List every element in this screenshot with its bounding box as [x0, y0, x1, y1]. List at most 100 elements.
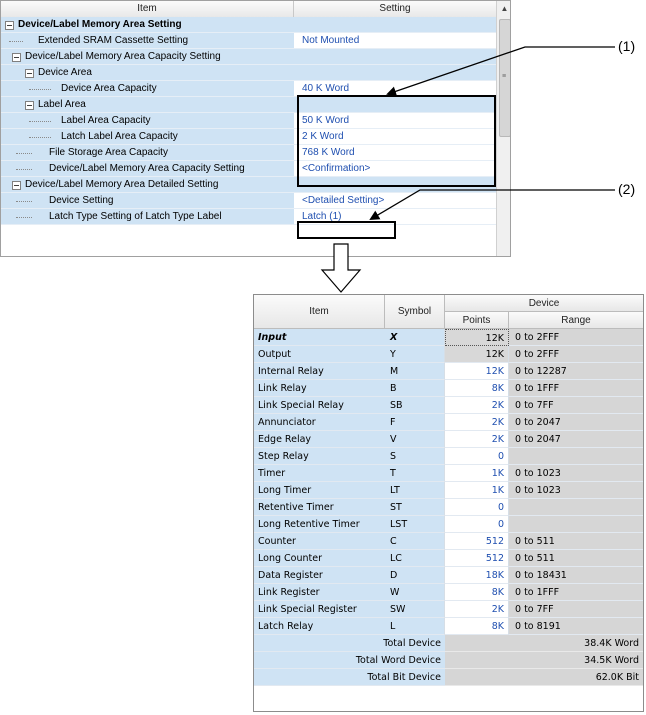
device-points-input[interactable]: 0: [445, 516, 509, 533]
device-item: Link Special Register: [254, 601, 385, 618]
device-symbol: S: [385, 448, 445, 465]
device-symbol: ST: [385, 499, 445, 516]
device-range: 0 to 1023: [509, 482, 643, 499]
device-points-input[interactable]: 12K: [445, 363, 509, 380]
device-item: Step Relay: [254, 448, 385, 465]
device-points-input[interactable]: 512: [445, 533, 509, 550]
device-symbol: SB: [385, 397, 445, 414]
device-symbol: M: [385, 363, 445, 380]
device-symbol: Y: [385, 346, 445, 363]
total-value: 62.0K Bit: [445, 669, 643, 686]
total-word-device-row: Total Word Device 34.5K Word: [254, 652, 643, 669]
device-points-input[interactable]: 12K: [445, 346, 509, 363]
device-range: 0 to 12287: [509, 363, 643, 380]
device-row-link-special-register[interactable]: Link Special Register SW 2K 0 to 7FF: [254, 601, 643, 618]
device-item: Input: [254, 329, 385, 346]
device-symbol: LST: [385, 516, 445, 533]
device-range: 0 to 1FFF: [509, 584, 643, 601]
total-label: Total Device: [254, 635, 445, 652]
device-range: 0 to 511: [509, 550, 643, 567]
device-range: 0 to 18431: [509, 567, 643, 584]
device-row-long-retentive-timer[interactable]: Long Retentive Timer LST 0: [254, 516, 643, 533]
device-symbol: LT: [385, 482, 445, 499]
device-symbol: SW: [385, 601, 445, 618]
device-symbol: LC: [385, 550, 445, 567]
device-row-latch-relay[interactable]: Latch Relay L 8K 0 to 8191: [254, 618, 643, 635]
device-item: Data Register: [254, 567, 385, 584]
device-row-long-timer[interactable]: Long Timer LT 1K 0 to 1023: [254, 482, 643, 499]
device-range: 0 to 2047: [509, 431, 643, 448]
device-range: 0 to 7FF: [509, 601, 643, 618]
device-points-input[interactable]: 1K: [445, 482, 509, 499]
device-item: Retentive Timer: [254, 499, 385, 516]
device-item: Edge Relay: [254, 431, 385, 448]
device-points-input[interactable]: 8K: [445, 618, 509, 635]
device-points-input[interactable]: 18K: [445, 567, 509, 584]
device-row-input[interactable]: Input X 12K 0 to 2FFF: [254, 329, 643, 346]
device-symbol: B: [385, 380, 445, 397]
device-row-internal-relay[interactable]: Internal Relay M 12K 0 to 12287: [254, 363, 643, 380]
device-symbol: W: [385, 584, 445, 601]
total-value: 38.4K Word: [445, 635, 643, 652]
device-row-counter[interactable]: Counter C 512 0 to 511: [254, 533, 643, 550]
device-item: Output: [254, 346, 385, 363]
device-symbol: V: [385, 431, 445, 448]
device-row-long-counter[interactable]: Long Counter LC 512 0 to 511: [254, 550, 643, 567]
device-points-input[interactable]: 1K: [445, 465, 509, 482]
range-column-header[interactable]: Range: [509, 312, 643, 329]
device-row-output[interactable]: Output Y 12K 0 to 2FFF: [254, 346, 643, 363]
device-symbol: X: [385, 329, 445, 346]
device-points-input[interactable]: 8K: [445, 380, 509, 397]
total-value: 34.5K Word: [445, 652, 643, 669]
device-range: 0 to 2FFF: [509, 346, 643, 363]
total-device-row: Total Device 38.4K Word: [254, 635, 643, 652]
device-item: Long Timer: [254, 482, 385, 499]
device-range: 0 to 1FFF: [509, 380, 643, 397]
device-item: Annunciator: [254, 414, 385, 431]
device-range: 0 to 8191: [509, 618, 643, 635]
points-column-header[interactable]: Points: [445, 312, 509, 329]
device-points-input[interactable]: 12K: [445, 329, 509, 346]
device-range: 0 to 2047: [509, 414, 643, 431]
device-item: Internal Relay: [254, 363, 385, 380]
device-row-annunciator[interactable]: Annunciator F 2K 0 to 2047: [254, 414, 643, 431]
device-row-step-relay[interactable]: Step Relay S 0: [254, 448, 643, 465]
device-symbol: C: [385, 533, 445, 550]
device-range: [509, 448, 643, 465]
device-item: Counter: [254, 533, 385, 550]
device-points-input[interactable]: 8K: [445, 584, 509, 601]
device-symbol: L: [385, 618, 445, 635]
device-symbol: D: [385, 567, 445, 584]
device-item: Long Retentive Timer: [254, 516, 385, 533]
callout-label-1: (1): [618, 38, 636, 54]
total-label: Total Word Device: [254, 652, 445, 669]
symbol-column-header[interactable]: Symbol: [385, 295, 445, 329]
device-points-input[interactable]: 2K: [445, 397, 509, 414]
device-row-data-register[interactable]: Data Register D 18K 0 to 18431: [254, 567, 643, 584]
item-column-header[interactable]: Item: [254, 295, 385, 329]
device-symbol: T: [385, 465, 445, 482]
callout-1-leader-arrow: [386, 46, 615, 97]
device-row-timer[interactable]: Timer T 1K 0 to 1023: [254, 465, 643, 482]
device-range: 0 to 1023: [509, 465, 643, 482]
device-row-edge-relay[interactable]: Edge Relay V 2K 0 to 2047: [254, 431, 643, 448]
device-points-input[interactable]: 0: [445, 448, 509, 465]
device-points-input[interactable]: 0: [445, 499, 509, 516]
device-row-retentive-timer[interactable]: Retentive Timer ST 0: [254, 499, 643, 516]
device-points-input[interactable]: 2K: [445, 601, 509, 618]
device-item: Long Counter: [254, 550, 385, 567]
callout-label-2: (2): [618, 181, 636, 197]
device-row-link-special-relay[interactable]: Link Special Relay SB 2K 0 to 7FF: [254, 397, 643, 414]
device-column-header: Device: [445, 295, 643, 312]
device-row-link-register[interactable]: Link Register W 8K 0 to 1FFF: [254, 584, 643, 601]
device-range: [509, 499, 643, 516]
callout-2-leader-arrow: [369, 189, 615, 221]
device-row-link-relay[interactable]: Link Relay B 8K 0 to 1FFF: [254, 380, 643, 397]
device-item: Link Special Relay: [254, 397, 385, 414]
device-points-input[interactable]: 2K: [445, 414, 509, 431]
device-points-input[interactable]: 2K: [445, 431, 509, 448]
down-arrow-icon: [320, 243, 362, 293]
device-setting-table: Item Symbol Device Points Range Input X …: [253, 294, 644, 712]
device-item: Link Relay: [254, 380, 385, 397]
device-points-input[interactable]: 512: [445, 550, 509, 567]
